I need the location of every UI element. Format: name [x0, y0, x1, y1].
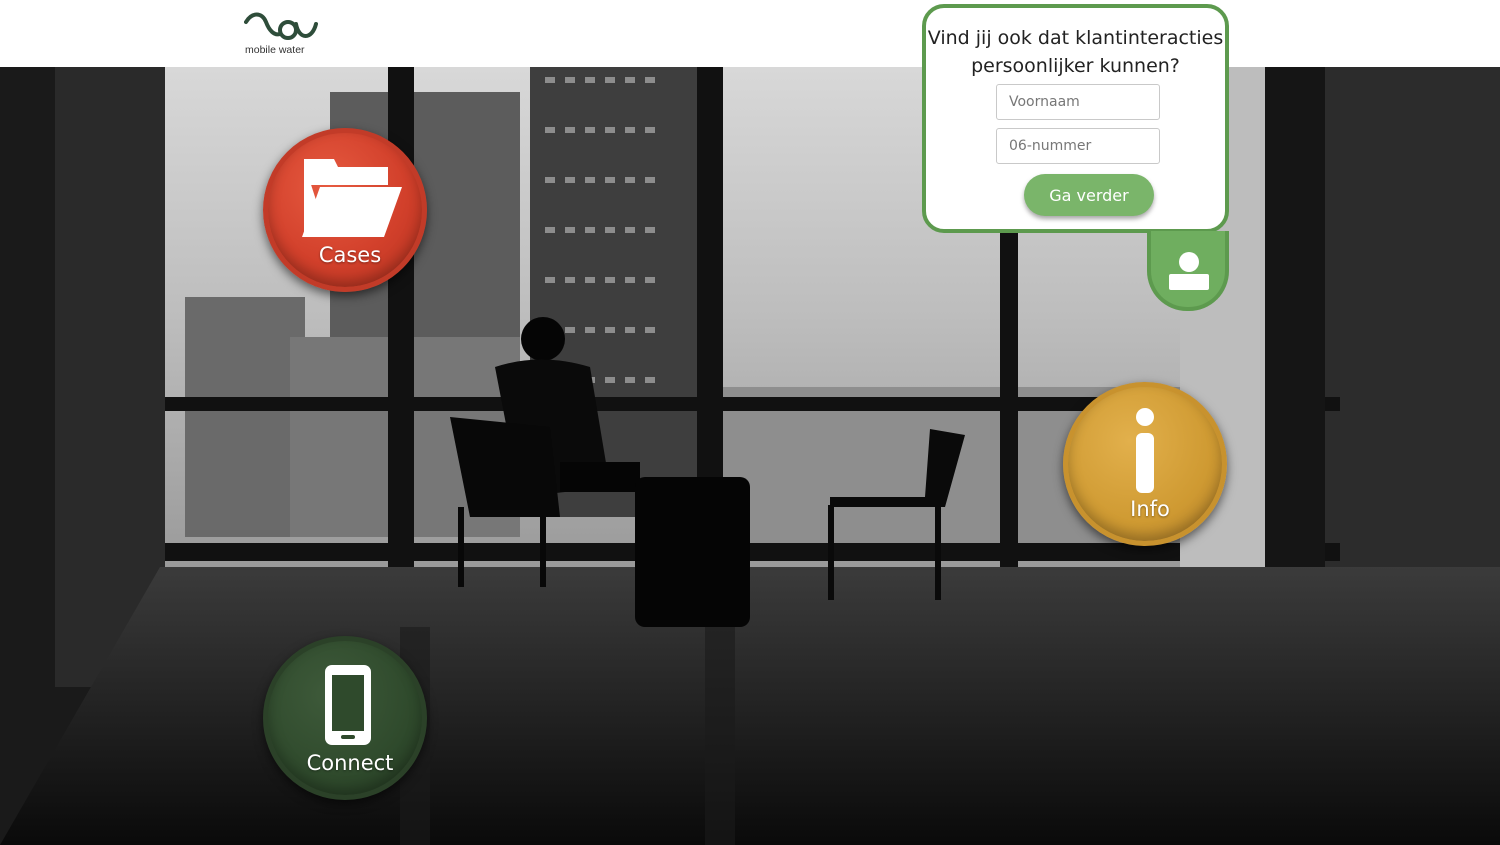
- logo-text: mobile water: [245, 44, 305, 56]
- submit-button[interactable]: Ga verder: [1024, 174, 1154, 216]
- top-bar: mobile water: [0, 0, 1500, 67]
- phone-icon: [325, 665, 371, 745]
- connect-button[interactable]: Connect: [263, 636, 427, 800]
- cases-button[interactable]: Cases: [263, 128, 427, 292]
- folder-icon: [302, 159, 402, 237]
- logo-wave-icon: [244, 12, 318, 40]
- cases-label: Cases: [318, 243, 382, 267]
- form-title-line-1: Vind jij ook dat klantinteracties: [927, 27, 1224, 49]
- hero-background: [0, 67, 1500, 845]
- form-title-line-2: persoonlijker kunnen?: [971, 55, 1180, 77]
- info-icon: [1136, 408, 1154, 493]
- phone-number-input[interactable]: [996, 128, 1160, 164]
- logo[interactable]: mobile water: [244, 10, 324, 58]
- first-name-input[interactable]: [996, 84, 1160, 120]
- info-button[interactable]: Info: [1063, 382, 1227, 546]
- form-title: Vind jij ook dat klantinteracties persoo…: [926, 24, 1225, 80]
- contact-form-panel: Vind jij ook dat klantinteracties persoo…: [922, 4, 1229, 233]
- user-tab-button[interactable]: [1147, 231, 1229, 311]
- hero-scene-image: [0, 67, 1500, 845]
- user-icon: [1169, 252, 1209, 290]
- connect-label: Connect: [306, 751, 394, 775]
- info-label: Info: [1130, 497, 1170, 521]
